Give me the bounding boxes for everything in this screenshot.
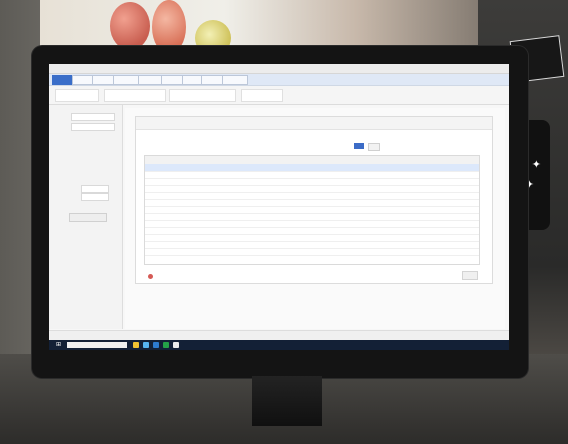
filter-field[interactable] <box>81 193 109 201</box>
app-icon[interactable] <box>173 342 179 348</box>
computer-monitor: ⊞ <box>32 46 528 378</box>
taskbar-search[interactable] <box>67 342 127 348</box>
status-badge <box>354 143 364 149</box>
star-icon: ✦ <box>531 158 541 171</box>
footer-action-button[interactable] <box>462 271 478 280</box>
radio-options <box>150 135 171 140</box>
toolbar-ribbon <box>49 86 509 105</box>
tab-4[interactable] <box>113 75 141 85</box>
toy-figure-left <box>110 2 150 50</box>
main-content <box>125 108 505 329</box>
apply-filter-button[interactable] <box>69 213 107 222</box>
results-panel <box>135 116 493 284</box>
tab-8[interactable] <box>201 75 223 85</box>
ribbon-group-3 <box>169 89 236 102</box>
table-row[interactable] <box>145 248 479 256</box>
tab-home[interactable] <box>52 75 74 85</box>
ribbon-group-1 <box>55 89 99 102</box>
app-tabbar <box>49 74 509 86</box>
results-table <box>144 155 480 265</box>
panel-header <box>136 117 492 130</box>
window-titlebar <box>49 64 509 74</box>
taskbar: ⊞ <box>49 340 509 350</box>
monitor-screen: ⊞ <box>49 64 509 350</box>
folder-icon[interactable] <box>133 342 139 348</box>
left-filter-panel <box>49 105 123 329</box>
table-tool-button[interactable] <box>368 143 380 151</box>
filter-field[interactable] <box>71 123 115 131</box>
windows-icon[interactable]: ⊞ <box>56 342 62 348</box>
mail-icon[interactable] <box>153 342 159 348</box>
spreadsheet-icon[interactable] <box>163 342 169 348</box>
filter-field[interactable] <box>81 185 109 193</box>
filter-field[interactable] <box>71 113 115 121</box>
tab-9[interactable] <box>222 75 248 85</box>
browser-icon[interactable] <box>143 342 149 348</box>
ribbon-group-4 <box>241 89 283 102</box>
ribbon-group-2 <box>104 89 166 102</box>
photo-scene: ✦ ✦ ⊞ <box>0 0 568 444</box>
monitor-stand <box>252 376 322 426</box>
error-icon <box>148 274 153 279</box>
